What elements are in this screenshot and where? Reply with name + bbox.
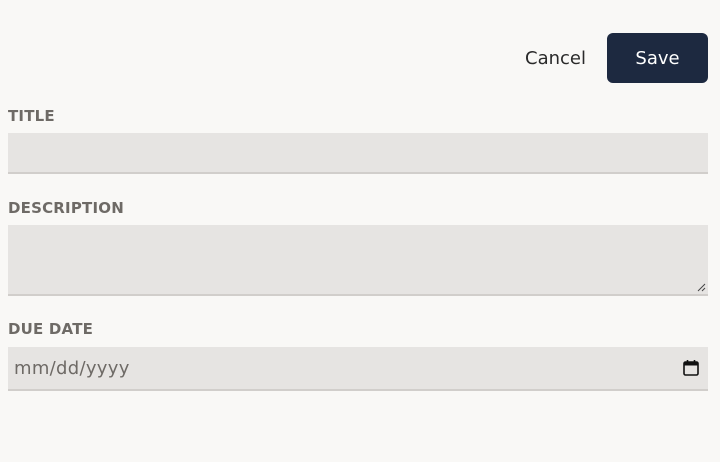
description-label: DESCRIPTION bbox=[8, 199, 124, 217]
description-field[interactable] bbox=[8, 225, 708, 296]
title-field[interactable] bbox=[8, 133, 708, 174]
task-form: Cancel Save TITLE DESCRIPTION DUE DATE m… bbox=[0, 0, 720, 462]
calendar-icon[interactable] bbox=[682, 359, 700, 377]
due-date-label: DUE DATE bbox=[8, 320, 94, 338]
resize-grip-icon[interactable] bbox=[697, 283, 706, 292]
due-date-placeholder: mm/dd/yyyy bbox=[14, 357, 130, 379]
cancel-button[interactable]: Cancel bbox=[525, 48, 586, 69]
due-date-field[interactable]: mm/dd/yyyy bbox=[8, 347, 708, 391]
form-actions: Cancel Save bbox=[525, 33, 708, 83]
save-button[interactable]: Save bbox=[607, 33, 708, 83]
title-label: TITLE bbox=[8, 107, 55, 125]
